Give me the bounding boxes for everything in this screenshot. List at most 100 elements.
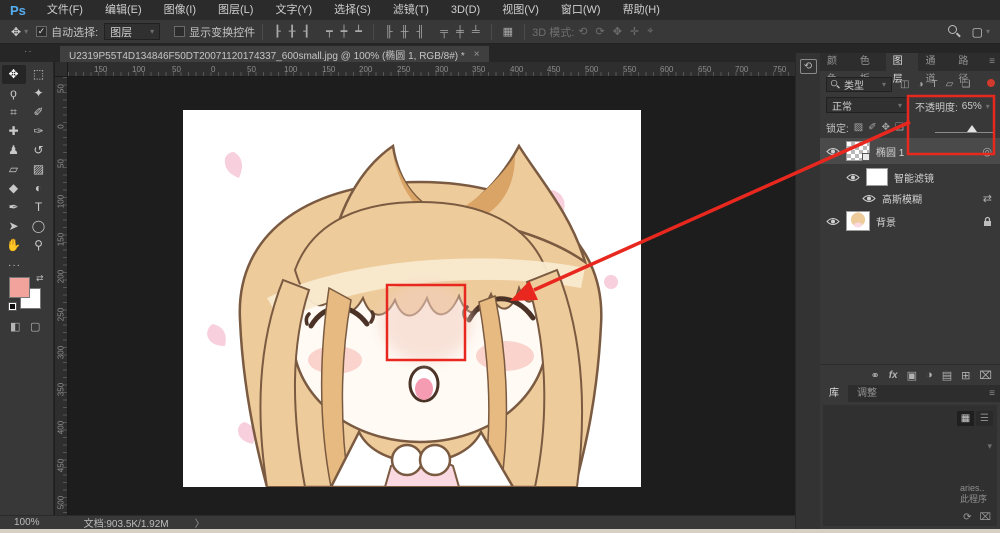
align-bottom-icon[interactable]: ┷ [351, 25, 366, 38]
auto-select-dropdown[interactable]: 图层 ▾ [104, 23, 161, 40]
panel-menu-icon[interactable]: ≡ [984, 53, 1000, 71]
workspace-switcher-icon[interactable]: ▢ [969, 25, 986, 39]
lock-artboard-icon[interactable]: ❏ [895, 122, 904, 133]
menu-file[interactable]: 文件(F) [36, 0, 94, 20]
quick-mask-icon[interactable]: ◧ [10, 320, 20, 333]
align-top-icon[interactable]: ┯ [322, 25, 337, 38]
link-layers-icon[interactable]: ⚭ [871, 369, 880, 382]
search-icon[interactable] [947, 25, 961, 38]
delete-icon[interactable]: ⌧ [979, 512, 991, 523]
shape-tool[interactable]: ◯ [27, 217, 51, 236]
menu-window[interactable]: 窗口(W) [550, 0, 612, 20]
gaussian-blur-label[interactable]: 高斯模糊 [882, 191, 922, 206]
filter-shape-icon[interactable]: ▱ [946, 79, 954, 90]
zoom-level-field[interactable]: 100% [14, 517, 40, 528]
filter-image-icon[interactable]: ◫ [900, 79, 909, 90]
layer-row-ellipse1[interactable]: 椭圆 1 ◎ [820, 138, 1000, 164]
filter-mask-thumbnail[interactable] [866, 168, 888, 186]
visibility-eye-icon[interactable] [846, 173, 860, 182]
eraser-tool[interactable]: ▱ [2, 160, 26, 179]
move-tool[interactable]: ✥ [1, 65, 26, 84]
type-tool[interactable]: T [27, 198, 51, 217]
tool-preset-dropdown-icon[interactable]: ▾ [24, 27, 28, 36]
list-view-icon[interactable]: ☰ [976, 411, 993, 426]
distribute-top-icon[interactable]: ╟ [381, 26, 397, 38]
hand-tool[interactable]: ✋ [2, 236, 26, 255]
filter-adjustment-icon[interactable]: ◑ [917, 79, 923, 90]
filter-smart-object-icon[interactable]: ❏ [961, 79, 970, 90]
distribute-bottom-icon[interactable]: ╢ [412, 26, 428, 38]
menu-type[interactable]: 文字(Y) [264, 0, 323, 20]
swap-colors-icon[interactable]: ⇄ [36, 273, 44, 284]
blend-mode-dropdown[interactable]: 正常 ▾ [826, 97, 908, 113]
lock-transparent-icon[interactable]: ▨ [854, 122, 863, 133]
menu-view[interactable]: 视图(V) [491, 0, 550, 20]
pen-tool[interactable]: ✒ [2, 198, 26, 217]
layer-row-background[interactable]: 背景 [820, 208, 1000, 234]
close-icon[interactable]: × [474, 49, 480, 60]
layer-row-smart-filters[interactable]: 智能滤镜 [820, 164, 1000, 190]
grid-view-icon[interactable]: ▦ [957, 411, 974, 426]
menu-layer[interactable]: 图层(L) [207, 0, 264, 20]
opacity-slider-handle[interactable] [967, 125, 977, 132]
default-colors-icon[interactable] [8, 302, 17, 311]
auto-select-checkbox[interactable]: ✓ [36, 26, 48, 37]
lock-pixels-icon[interactable]: ✐ [868, 122, 876, 133]
tab-paths[interactable]: 路径 [951, 53, 984, 85]
quick-select-tool[interactable]: ✦ [27, 84, 51, 103]
chevron-down-icon[interactable]: ▾ [987, 441, 992, 452]
layer-style-fx-icon[interactable]: fx [889, 370, 898, 381]
background-label[interactable]: 背景 [876, 214, 896, 229]
tab-channels[interactable]: 通道 [918, 53, 951, 85]
opacity-field[interactable]: 不透明度: 65% ▾ [915, 99, 990, 114]
eyedropper-tool[interactable]: ✐ [27, 103, 51, 122]
menu-image[interactable]: 图像(I) [153, 0, 207, 20]
edit-toolbar-icon[interactable]: ··· [8, 260, 21, 271]
lock-position-icon[interactable]: ✥ [882, 122, 890, 133]
smart-filters-label[interactable]: 智能滤镜 [894, 170, 934, 185]
background-thumbnail[interactable] [846, 211, 870, 231]
layer-filter-dropdown[interactable]: 类型 ▾ [826, 76, 892, 92]
layer-thumbnail[interactable] [846, 141, 870, 161]
visibility-eye-icon[interactable] [826, 147, 840, 156]
align-right-icon[interactable]: ┨ [299, 25, 314, 38]
dodge-tool[interactable]: ◐ [27, 179, 51, 198]
menu-edit[interactable]: 编辑(E) [94, 0, 153, 20]
filter-type-icon[interactable]: T [932, 79, 938, 90]
tab-adjustments[interactable]: 调整 [848, 385, 886, 402]
menu-3d[interactable]: 3D(D) [440, 0, 491, 20]
canvas-artwork[interactable] [183, 110, 641, 489]
distribute-spacing-icon[interactable]: ▦ [499, 25, 517, 38]
tab-swatches[interactable]: 色板 [853, 53, 886, 85]
document-tab[interactable]: U2319P55T4D134846F50DT20071120174337_600… [60, 46, 489, 62]
crop-tool[interactable]: ⌗ [2, 103, 26, 122]
adjustment-layer-icon[interactable]: ◑ [926, 369, 933, 381]
layer-row-gaussian-blur[interactable]: 高斯模糊 ⇄ [820, 190, 1000, 207]
distribute-left-icon[interactable]: ╤ [436, 26, 452, 38]
screen-mode-icon[interactable]: ▢ [30, 320, 40, 333]
path-select-tool[interactable]: ➤ [2, 217, 26, 236]
marquee-tool[interactable]: ⬚ [27, 65, 51, 84]
canvas-area[interactable] [68, 77, 795, 515]
menu-filter[interactable]: 滤镜(T) [382, 0, 440, 20]
tab-overflow-icon[interactable]: ·· [24, 46, 33, 57]
opacity-slider-track[interactable] [935, 132, 993, 133]
sync-icon[interactable]: ⟳ [963, 512, 971, 523]
clone-stamp-tool[interactable]: ♟ [2, 141, 26, 160]
distribute-right-icon[interactable]: ╧ [468, 26, 484, 38]
distribute-center-icon[interactable]: ╪ [452, 26, 468, 38]
gradient-tool[interactable]: ▨ [27, 160, 51, 179]
distribute-middle-icon[interactable]: ╫ [397, 26, 413, 38]
brush-tool[interactable]: ✑ [27, 122, 51, 141]
layer-name[interactable]: 椭圆 1 [876, 144, 904, 159]
foreground-color-swatch[interactable] [9, 277, 30, 298]
zoom-tool[interactable]: ⚲ [27, 236, 51, 255]
history-panel-icon[interactable]: ⟲ [799, 59, 817, 74]
show-transform-checkbox[interactable] [174, 26, 186, 37]
new-group-icon[interactable]: ▤ [942, 369, 952, 382]
status-expander-icon[interactable]: 〉 [195, 515, 205, 530]
filter-toggle-icon[interactable] [987, 79, 995, 87]
blur-tool[interactable]: ◆ [2, 179, 26, 198]
tab-layers[interactable]: 图层 [885, 53, 919, 85]
align-left-icon[interactable]: ┠ [270, 25, 285, 38]
